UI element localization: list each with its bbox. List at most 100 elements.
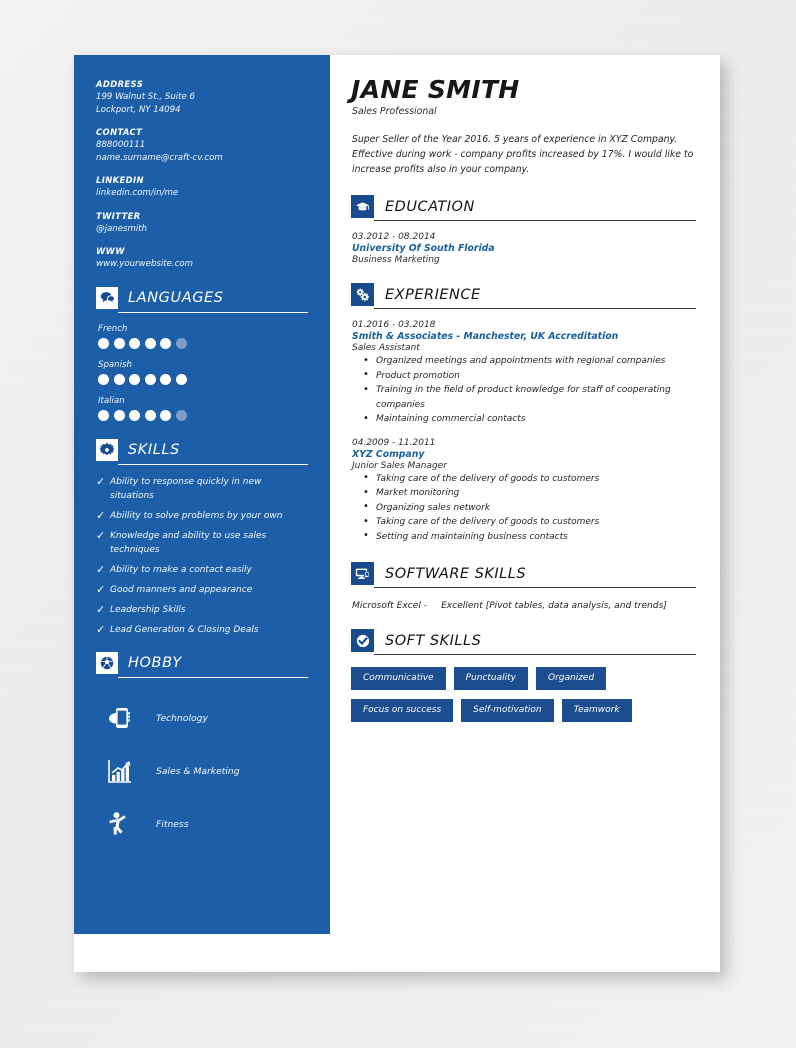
section-rule-skills xyxy=(118,463,308,465)
skill-label: Good manners and appearance xyxy=(110,584,253,595)
skill-list-item: ✓ Lead Generation & Closing Deals xyxy=(96,623,308,637)
entry-bullet: Training in the field of product knowled… xyxy=(351,383,696,412)
rating-dot xyxy=(129,373,140,385)
languages-list: French Spanish Italian xyxy=(96,324,308,421)
contact-label: LINKEDIN xyxy=(96,175,144,185)
entry-organization: University Of South Florida xyxy=(352,243,495,255)
rating-dot xyxy=(113,373,125,385)
resume-entry: 04.2009 - 11.2011 XYZ Company Junior Sales… xyxy=(351,438,696,545)
section-rule-education xyxy=(374,220,696,222)
section-header-skills: SKILLS xyxy=(96,438,308,461)
soft-skill-chip[interactable]: Self-motivation xyxy=(461,699,554,723)
rating-dot xyxy=(98,373,109,385)
language-name: Spanish xyxy=(98,359,132,370)
resume-sidebar: ADDRESS 199 Walnut St., Suite 6 Lockport, … xyxy=(74,55,330,934)
entry-role: Sales Assistant xyxy=(352,343,420,354)
software-skill-name: Microsoft Excel - xyxy=(352,601,428,612)
rating-dot xyxy=(129,409,140,421)
contact-label: ADDRESS xyxy=(96,79,144,89)
check-icon: ✓ xyxy=(96,602,106,616)
section-rule-software-skills xyxy=(374,587,696,589)
entry-bullet: Setting and maintaining business contact… xyxy=(351,529,696,545)
skill-label: Knowledge and ability to use sales techn… xyxy=(110,530,267,555)
profile-summary: Super Seller of the Year 2016. 5 years o… xyxy=(352,134,694,176)
resume-entry: 01.2016 - 03.2018 Smith & Associates - Ma… xyxy=(351,320,696,427)
section-rule-soft-skills xyxy=(374,654,696,656)
section-rule-hobby xyxy=(118,676,308,678)
entry-date: 04.2009 - 11.2011 xyxy=(352,437,436,448)
soft-skill-chips: Communicative Punctuality Organized Focus o… xyxy=(351,667,696,723)
soccer-ball-icon xyxy=(96,651,118,674)
skill-list-item: ✓ Ability to response quickly in new situ… xyxy=(96,475,308,503)
skill-list-item: ✓ Abillity to solve problems by your own xyxy=(96,509,308,523)
soft-skill-chip[interactable]: Organized xyxy=(535,667,607,691)
entry-date: 03.2012 - 08.2014 xyxy=(352,232,436,243)
hobby-label: Technology xyxy=(156,712,208,724)
skill-label: Abillity to solve problems by your own xyxy=(110,510,283,521)
contact-value: @janesmith xyxy=(96,223,148,234)
entry-bullet: Organized meetings and appointments with… xyxy=(351,354,696,369)
rating-dot xyxy=(160,409,171,421)
section-title-languages: LANGUAGES xyxy=(128,289,224,306)
job-role-subtitle: Sales Professional xyxy=(352,106,437,118)
contact-label: WWW xyxy=(96,246,125,256)
entry-role: Junior Sales Manager xyxy=(352,460,447,471)
skill-label: Leadership Skills xyxy=(110,604,186,615)
skill-list-item: ✓ Good manners and appearance xyxy=(96,583,308,597)
puzzle-piece-icon xyxy=(96,438,118,461)
skill-list-item: ✓ Leadership Skills xyxy=(96,603,308,617)
rating-dot xyxy=(160,373,171,385)
software-skill-row: Microsoft Excel - Excellent [Pivot tables… xyxy=(352,601,696,611)
skills-list: ✓ Ability to response quickly in new situ… xyxy=(96,475,308,637)
contact-value: linkedin.com/in/me xyxy=(96,188,179,198)
language-rating xyxy=(98,337,308,349)
contact-value: 888000111 xyxy=(96,140,146,150)
rating-dot xyxy=(175,337,187,349)
check-icon: ✓ xyxy=(96,474,106,488)
soft-skill-chip[interactable]: Focus on success xyxy=(351,699,454,723)
hobby-item-technology: Technology xyxy=(96,692,308,745)
rating-dot xyxy=(144,337,156,349)
contact-value: www.yourwebsite.com xyxy=(96,259,193,269)
entry-bullets: Organized meetings and appointments with… xyxy=(351,354,696,427)
gears-icon xyxy=(351,283,374,307)
skill-label: Ability to make a contact easily xyxy=(110,564,252,575)
speech-bubbles-icon xyxy=(96,286,118,309)
soft-skill-chip[interactable]: Punctuality xyxy=(453,667,528,691)
smartphone-icon xyxy=(96,704,142,732)
entry-bullet: Organizing sales network xyxy=(351,500,696,516)
language-name: Italian xyxy=(98,395,125,406)
bar-chart-growth-icon xyxy=(96,757,142,785)
entry-date: 01.2016 - 03.2018 xyxy=(352,320,436,331)
contact-block: LINKEDIN linkedin.com/in/me xyxy=(96,175,308,200)
soft-skill-chip[interactable]: Communicative xyxy=(351,667,446,691)
resume-page: ADDRESS 199 Walnut St., Suite 6 Lockport, … xyxy=(74,55,720,972)
rating-dot xyxy=(144,373,156,385)
rating-dot xyxy=(160,337,171,349)
graduation-cap-icon xyxy=(351,195,374,219)
soft-skill-chip[interactable]: Teamwork xyxy=(561,699,632,723)
contact-block: CONTACT 888000111 name.surname@craft-cv.co… xyxy=(96,127,308,164)
section-rule-experience xyxy=(374,308,696,310)
resume-main: JANE SMITH Sales Professional Super Sell… xyxy=(330,55,720,731)
entry-role: Business Marketing xyxy=(352,255,440,266)
entry-bullet: Taking care of the delivery of goods to … xyxy=(351,471,696,487)
rating-dot xyxy=(175,409,187,421)
section-title-skills: SKILLS xyxy=(128,441,180,458)
contact-value: Lockport, NY 14094 xyxy=(96,104,181,115)
section-title-hobby: HOBBY xyxy=(128,654,182,671)
section-header-soft-skills: SOFT SKILLS xyxy=(351,629,696,653)
language-rating xyxy=(98,373,308,385)
contact-value: name.surname@craft-cv.com xyxy=(96,152,223,163)
rating-dot xyxy=(129,337,140,349)
contact-label: TWITTER xyxy=(96,210,141,221)
monitor-icon xyxy=(351,562,374,586)
rating-dot xyxy=(98,337,109,349)
entry-bullet: Taking care of the delivery of goods to … xyxy=(351,515,696,530)
contact-block: TWITTER @janesmith xyxy=(96,211,308,236)
skill-list-item: ✓ Knowledge and ability to use sales tech… xyxy=(96,529,308,557)
section-title-experience: EXPERIENCE xyxy=(385,286,481,303)
section-header-education: EDUCATION xyxy=(351,195,696,219)
education-entries: 03.2012 - 08.2014 University Of South Flo… xyxy=(351,232,696,265)
soft-skill-row: Communicative Punctuality Organized xyxy=(351,667,696,691)
